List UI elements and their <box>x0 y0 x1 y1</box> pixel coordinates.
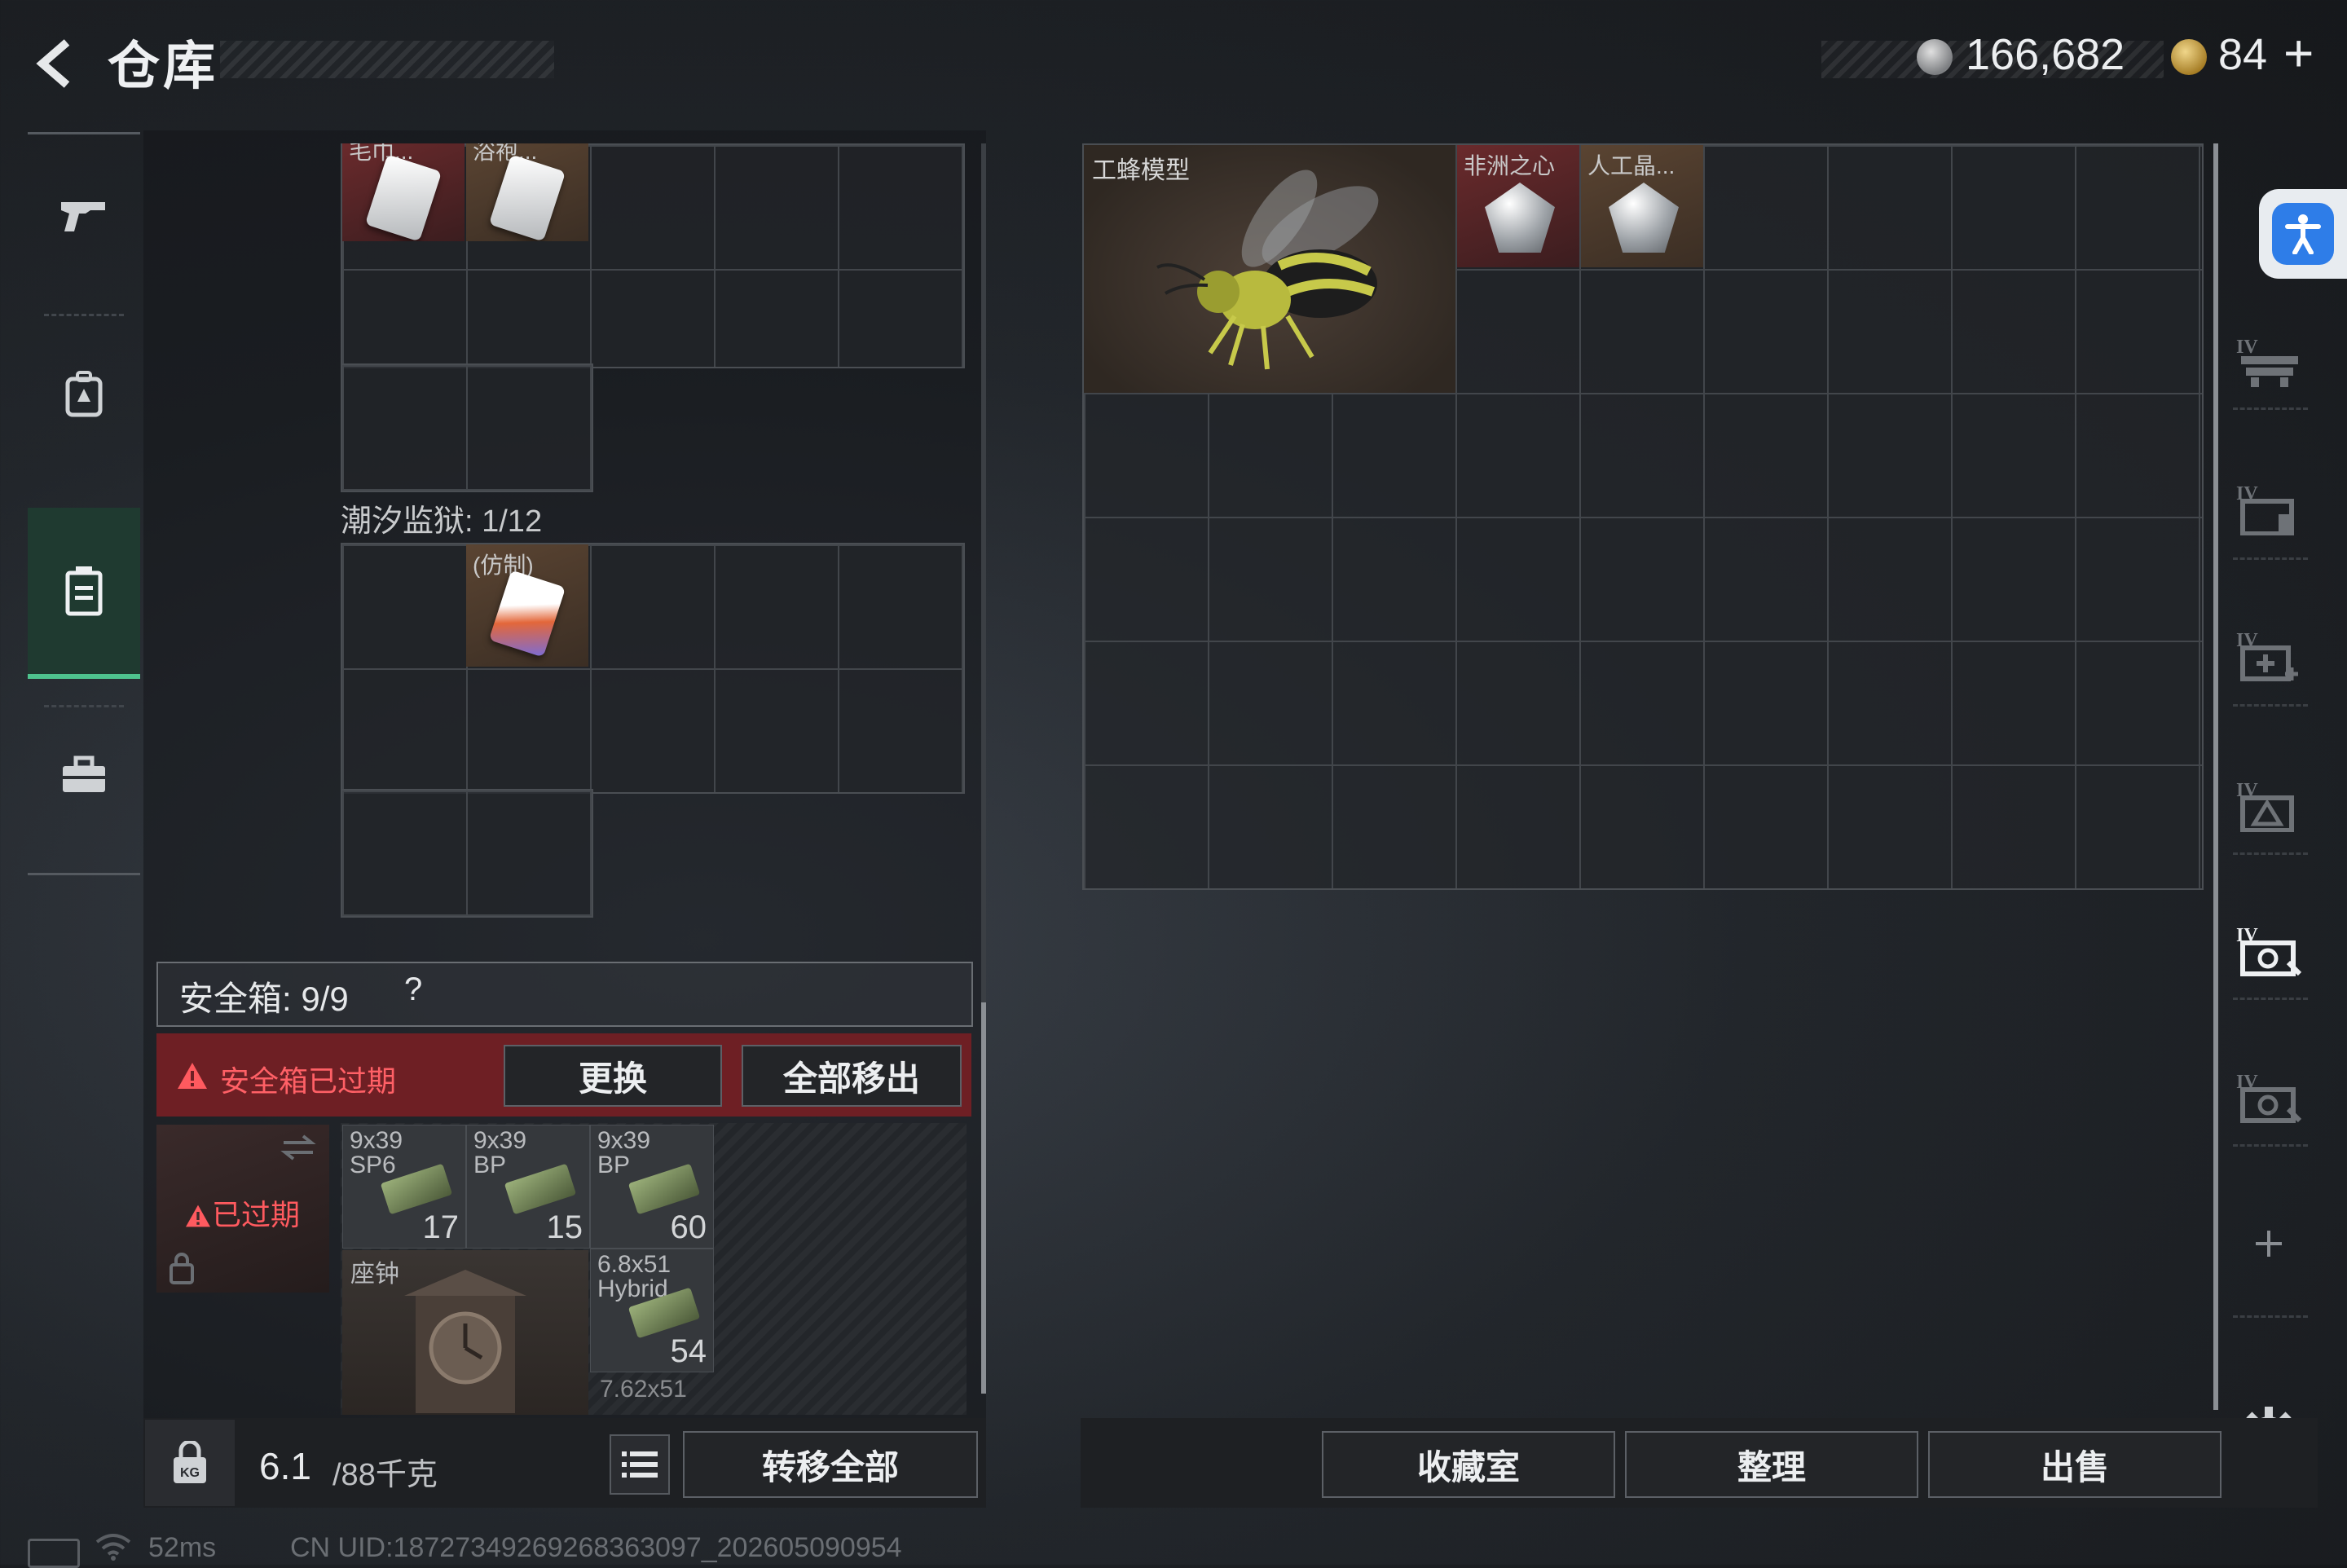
tier4-case-button[interactable]: IV <box>2235 473 2303 541</box>
right-scrollbar[interactable] <box>2213 143 2218 1410</box>
item-label: 人工晶... <box>1587 153 1675 178</box>
tier4-rack-button[interactable]: IV <box>2235 326 2303 394</box>
currency-silver-value: 166,682 <box>1966 30 2125 79</box>
organize-button[interactable]: 整理 <box>1625 1431 1918 1498</box>
accessibility-icon <box>2285 214 2321 254</box>
heart-of-africa-item[interactable]: 非洲之心 <box>1457 145 1579 267</box>
ammo-count: 60 <box>670 1209 707 1245</box>
add-container-button[interactable] <box>2235 1209 2303 1278</box>
artificial-crystal-item[interactable]: 人工晶... <box>1581 145 1703 267</box>
ammo-item[interactable]: 9x39 SP6 17 <box>342 1125 466 1249</box>
wifi-icon <box>95 1534 131 1561</box>
bee-item-label: 工蜂模型 <box>1092 157 1190 184</box>
expired-warning-text: 安全箱已过期 <box>220 1064 397 1098</box>
tier4-gear-icon: IV <box>2236 925 2302 976</box>
accessibility-icon-bg <box>2272 203 2334 265</box>
ammo-item[interactable]: 6.8x51 Hybrid 54 <box>590 1249 714 1372</box>
partial-ammo-label: 7.62x51 <box>600 1376 687 1403</box>
sell-button[interactable]: 出售 <box>1928 1431 2222 1498</box>
storage-icon <box>65 566 103 616</box>
gem-icon <box>1485 183 1555 253</box>
collection-room-button[interactable]: 收藏室 <box>1322 1431 1615 1498</box>
accessibility-button[interactable] <box>2259 189 2347 279</box>
ammo-item[interactable]: 9x39 BP 60 <box>590 1125 714 1249</box>
tier4-rack-icon: IV <box>2236 337 2298 387</box>
nav-storage[interactable] <box>28 508 140 679</box>
replica-keycard-item[interactable]: (仿制) <box>466 544 588 667</box>
replace-button[interactable]: 更换 <box>504 1045 722 1107</box>
nav-weapons[interactable] <box>28 134 140 297</box>
ammo-caliber: 9x39 SP6 <box>350 1127 403 1178</box>
left-scrollbar-thumb[interactable] <box>981 1002 986 1394</box>
ammo-count: 15 <box>546 1209 583 1245</box>
add-icon <box>2256 1231 2282 1257</box>
clock-icon <box>404 1270 526 1413</box>
gun-icon <box>61 202 105 231</box>
bathrobe-item[interactable]: 浴袍... <box>466 143 588 241</box>
add-currency-button[interactable]: + <box>2283 23 2314 83</box>
container-grid-upper-tail <box>341 363 593 492</box>
ping-latency: 52ms <box>148 1532 217 1563</box>
safe-box-help-button[interactable]: ? <box>404 971 422 1008</box>
expired-tag-label: 已过期 <box>212 1198 301 1231</box>
back-button[interactable] <box>24 31 90 96</box>
remove-all-button[interactable]: 全部移出 <box>742 1045 962 1107</box>
lock-icon <box>170 1253 194 1284</box>
tier4-medkit-icon: IV <box>2236 630 2298 681</box>
item-label: 非洲之心 <box>1464 153 1556 178</box>
ammo-caliber: 9x39 BP <box>473 1127 527 1178</box>
tier4-toolcase-button[interactable]: IV <box>2235 1061 2303 1130</box>
silver-coin-icon <box>1917 39 1953 75</box>
currency-gold-value: 84 <box>2218 30 2268 79</box>
bee-icon <box>1156 170 1379 370</box>
kg-lock-icon: KG <box>174 1441 206 1483</box>
ammo-caliber: 6.8x51 Hybrid <box>597 1251 672 1302</box>
backpack-icon <box>65 371 103 417</box>
transfer-all-button[interactable]: 转移全部 <box>683 1431 978 1498</box>
tier4-gear-button[interactable]: IV <box>2235 914 2303 983</box>
tide-prison-grid-tail <box>341 789 593 918</box>
warning-icon <box>186 1205 210 1227</box>
toolbox-icon <box>63 755 105 792</box>
ammo-count: 17 <box>422 1209 460 1245</box>
swap-icon <box>280 1134 316 1161</box>
tide-prison-label: 潮汐监狱: 1/12 <box>341 504 543 539</box>
ammo-count: 54 <box>670 1333 707 1369</box>
weight-lock-button[interactable]: KG <box>145 1420 235 1506</box>
back-arrow-icon <box>36 39 70 88</box>
clock-label: 座钟 <box>350 1261 399 1288</box>
safe-box-title: 安全箱: 9/9 <box>179 980 349 1018</box>
gold-coin-icon <box>2171 39 2207 75</box>
ammo-item[interactable]: 9x39 BP 15 <box>466 1125 590 1249</box>
nav-backpack[interactable] <box>28 312 140 475</box>
ammo-caliber: 9x39 BP <box>597 1127 651 1178</box>
page-title: 仓库 <box>108 37 218 95</box>
tier4-ammo-button[interactable]: IV <box>2235 769 2303 838</box>
nav-toolbox[interactable] <box>28 694 140 857</box>
left-nav <box>28 132 140 875</box>
user-uid: CN UID:18727349269268363097_202605090954 <box>290 1532 902 1563</box>
warning-icon <box>178 1063 207 1089</box>
svg-text:KG: KG <box>180 1466 200 1480</box>
tide-prison-grid <box>341 543 965 794</box>
list-icon <box>622 1451 658 1478</box>
battery-icon <box>28 1539 80 1568</box>
tier4-medkit-button[interactable]: IV <box>2235 619 2303 688</box>
max-weight: /88千克 <box>332 1458 438 1492</box>
expired-tag: 已过期 <box>184 1191 300 1234</box>
current-weight: 6.1 <box>259 1445 311 1487</box>
towel-item[interactable]: 毛巾... <box>342 143 465 241</box>
tier4-ammo-icon: IV <box>2236 780 2294 832</box>
svg-text:IV: IV <box>2236 337 2258 358</box>
tier4-toolcase-icon: IV <box>2236 1072 2302 1123</box>
tier4-case-icon: IV <box>2236 483 2294 535</box>
title-decoration <box>220 41 554 78</box>
gem-icon <box>1609 183 1679 253</box>
list-view-button[interactable] <box>610 1434 670 1495</box>
